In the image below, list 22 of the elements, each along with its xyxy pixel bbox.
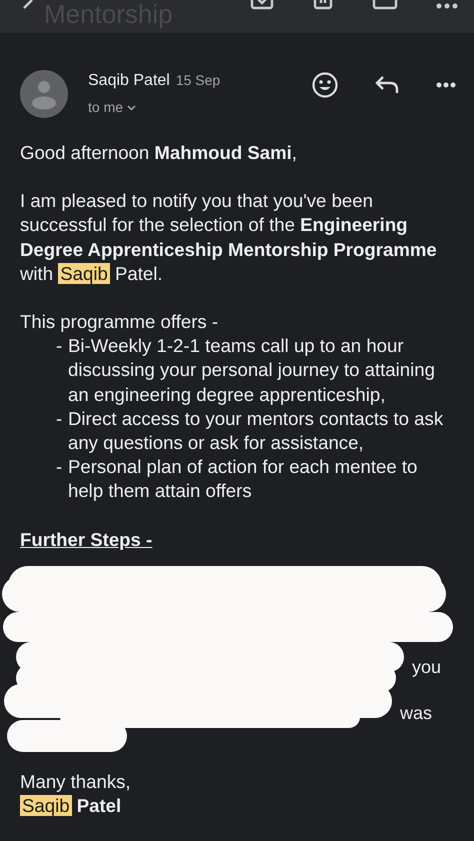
emoji-icon[interactable] (312, 72, 338, 98)
bullet-dash: - (56, 334, 64, 358)
avatar-icon (20, 70, 68, 118)
list-item: Personal plan of action for each mentee to help them attain offers (68, 455, 418, 504)
message-date: 15 Sep (176, 72, 220, 88)
bullet-dash: - (56, 406, 64, 431)
list-item: Bi-Weekly 1-2-1 teams call up to an hour discussing your personal journey to attaining an engineering degree apprenticeship, (68, 334, 436, 407)
chevron-icon (127, 104, 136, 110)
sender-name: Saqib Patel (88, 72, 170, 89)
paragraph: Good afternoon Mahmoud Sami, (20, 141, 298, 165)
signature: Saqib Patel (20, 794, 122, 818)
text-fragment: you (412, 658, 442, 676)
recipient-toggle[interactable]: to me (88, 97, 136, 118)
text-fragment: was (400, 704, 432, 722)
list-item: Direct access to your mentors contacts to ask any questions or ask for assistance, (68, 406, 444, 456)
paragraph: I am pleased to notify you that you've been successful for the selection of the Engineering Degree Apprenticeship Mentorship Programme with Saqib Patel. (20, 189, 438, 286)
list-intro: This programme offers - (20, 310, 220, 334)
sign-off: Many thanks, (20, 770, 132, 794)
section-heading: Further Steps - (20, 528, 154, 552)
bullet-dash: - (56, 455, 64, 480)
more-icon[interactable] (436, 82, 456, 88)
reply-icon[interactable] (374, 74, 400, 96)
